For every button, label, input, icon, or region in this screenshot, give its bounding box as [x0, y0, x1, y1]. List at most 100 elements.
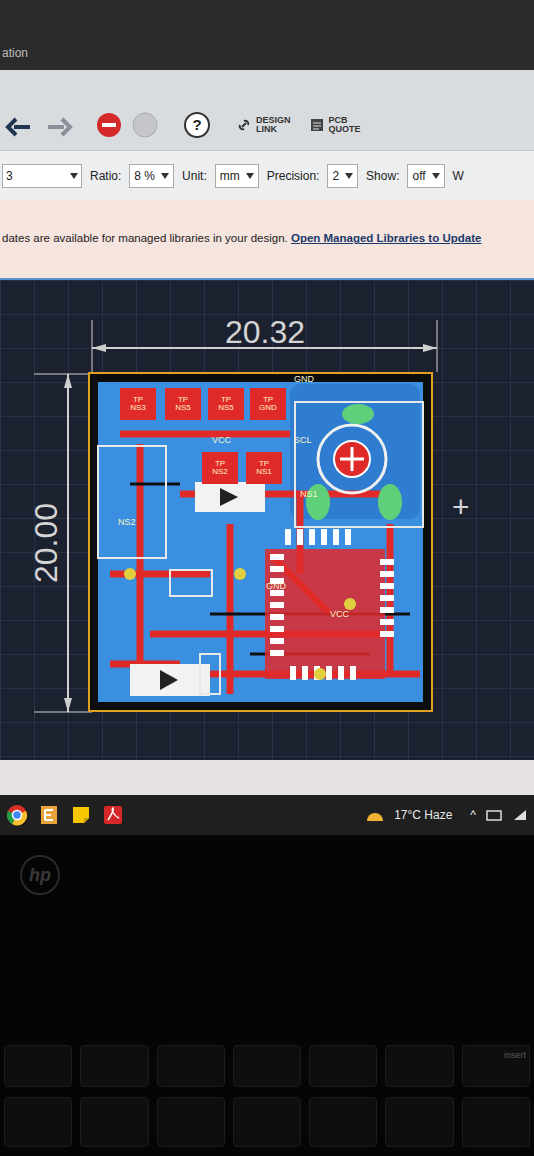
pad-label: NS1 — [256, 468, 272, 476]
keyboard-key[interactable] — [233, 1045, 301, 1087]
caret-icon — [345, 173, 353, 179]
option-value: mm — [220, 167, 240, 185]
option-value: 8 % — [134, 167, 155, 185]
function-keys: insert — [0, 1045, 534, 1087]
test-pad[interactable]: TPNS3 — [120, 388, 156, 420]
test-pad[interactable]: TPNS5 — [208, 388, 244, 420]
layer-select[interactable]: 3 — [2, 164, 82, 188]
height-dimension: 20.00 — [27, 501, 65, 585]
keyboard-key[interactable] — [233, 1097, 301, 1147]
pad-label: GND — [259, 404, 277, 412]
keyboard-key[interactable] — [157, 1097, 225, 1147]
key-label: insert — [504, 1049, 526, 1063]
weather-text: 17°C Haze — [394, 806, 452, 824]
keyboard-key[interactable] — [80, 1045, 148, 1087]
pcb-artwork — [90, 374, 431, 710]
option-label: Ratio: — [90, 167, 121, 185]
toolbar-button[interactable]: DESIGNLINK — [236, 116, 291, 134]
update-link[interactable]: Open Managed Libraries to Update — [291, 232, 481, 244]
option-select[interactable]: off — [407, 164, 444, 188]
test-pad[interactable]: TPNS5 — [165, 388, 201, 420]
option-label: Show: — [366, 167, 399, 185]
layer-value: 3 — [6, 167, 13, 185]
keyboard-key[interactable] — [80, 1097, 148, 1147]
keyboard-row — [0, 1097, 534, 1147]
pad-label: TP — [263, 396, 273, 404]
test-pad[interactable]: TPGND — [250, 388, 286, 420]
toolbar: ? DESIGNLINK PCBQUOTE — [0, 70, 534, 150]
hp-logo: hp — [20, 855, 60, 895]
caret-icon — [432, 173, 440, 179]
pad-label: TP — [178, 396, 188, 404]
keyboard-key[interactable] — [309, 1045, 377, 1087]
redo-icon[interactable] — [44, 113, 74, 137]
option-select[interactable]: 8 % — [129, 164, 174, 188]
option-select[interactable]: 2 — [327, 164, 358, 188]
pad-label: TP — [259, 460, 269, 468]
options-bar: 3 Ratio: 8 % Unit: mm Precision: 2 Show: off W — [0, 150, 534, 200]
option-select[interactable]: mm — [215, 164, 259, 188]
silk-label: SCL — [294, 436, 312, 445]
option-label: W — [453, 167, 464, 185]
silk-label: VCC — [212, 436, 231, 445]
link-icon — [236, 117, 252, 133]
keyboard-key[interactable] — [157, 1045, 225, 1087]
keyboard-key[interactable] — [4, 1097, 72, 1147]
keyboard-key[interactable] — [462, 1097, 530, 1147]
stop-icon[interactable] — [96, 112, 122, 138]
undo-icon[interactable] — [4, 113, 34, 137]
button-label: PCBQUOTE — [329, 116, 361, 134]
acrobat-icon — [102, 804, 124, 826]
laptop-body: hp insert — [0, 835, 534, 1156]
pad-label: NS3 — [130, 404, 146, 412]
pad-label: TP — [133, 396, 143, 404]
button-label: DESIGNLINK — [256, 116, 291, 134]
keyboard-key[interactable] — [385, 1045, 453, 1087]
silk-label: NS1 — [300, 490, 318, 499]
caret-icon — [161, 173, 169, 179]
explorer-icon — [38, 804, 60, 826]
pad-label: TP — [215, 460, 225, 468]
sticky-notes-icon — [70, 804, 92, 826]
option-value: 2 — [332, 167, 339, 185]
battery-icon — [486, 808, 502, 822]
option-label: Precision: — [267, 167, 320, 185]
banner-message: dates are available for managed librarie… — [2, 232, 291, 244]
chrome-icon — [6, 804, 28, 826]
silk-label: VCC — [330, 610, 349, 619]
option-label: Unit: — [182, 167, 207, 185]
silk-label: GND — [266, 582, 286, 591]
test-pad[interactable]: TPNS2 — [202, 452, 238, 484]
pcb-canvas[interactable]: 20.3220.00+TPNS3TPNS5TPNS5TPGNDTPNS2TPNS… — [0, 280, 534, 760]
keyboard-key[interactable] — [4, 1045, 72, 1087]
taskbar: 17°C Haze ^ — [0, 795, 534, 835]
width-dimension: 20.32 — [210, 308, 320, 356]
screen: ation ? DESIGNLINK PCBQUOTE 3 Ratio: 8 % Unit… — [0, 0, 534, 1156]
test-pad[interactable]: TPNS1 — [246, 452, 282, 484]
weather-icon — [366, 808, 384, 822]
title-bar: ation — [0, 0, 534, 70]
document-icon — [309, 117, 325, 133]
tray-toggle[interactable]: ^ — [470, 806, 476, 824]
disabled-icon[interactable] — [132, 112, 158, 138]
help-button[interactable]: ? — [184, 112, 210, 138]
pcb-board[interactable]: TPNS3TPNS5TPNS5TPGNDTPNS2TPNS1GNDVCCSCLN… — [88, 372, 433, 712]
silk-label: NS2 — [118, 518, 136, 527]
toolbar-button[interactable]: PCBQUOTE — [309, 116, 361, 134]
window-title: ation — [2, 44, 28, 62]
update-banner: dates are available for managed librarie… — [0, 200, 534, 280]
label-line: PCB — [329, 116, 361, 125]
keyboard-key[interactable] — [385, 1097, 453, 1147]
cursor: + — [452, 484, 470, 529]
silk-label: GND — [294, 375, 314, 384]
label-line: LINK — [256, 125, 291, 134]
keyboard-key[interactable]: insert — [462, 1045, 530, 1087]
caret-icon — [246, 173, 254, 179]
pad-label: NS5 — [175, 404, 191, 412]
pad-label: NS2 — [212, 468, 228, 476]
status-strip — [0, 760, 534, 795]
option-value: off — [412, 167, 425, 185]
caret-icon — [70, 173, 78, 179]
keyboard-key[interactable] — [309, 1097, 377, 1147]
label-line: QUOTE — [329, 125, 361, 134]
